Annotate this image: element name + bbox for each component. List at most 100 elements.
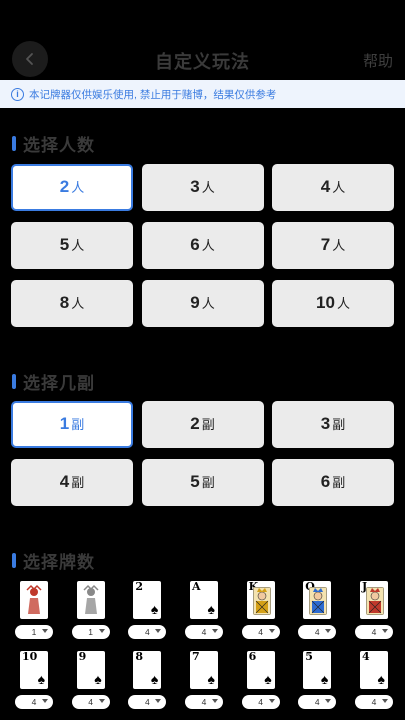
card-column-nine: 9 ♠ 4: [66, 651, 116, 709]
eight-count-select[interactable]: 4: [128, 695, 167, 709]
spade-icon: ♠: [207, 601, 215, 617]
decks-option-2[interactable]: 2副: [141, 401, 264, 448]
section-title-cards: 选择牌数: [23, 553, 95, 572]
count-value: 4: [258, 697, 263, 707]
big-joker-count-select[interactable]: 1: [15, 625, 53, 639]
count-value: 4: [314, 627, 320, 637]
section-players: 选择人数: [12, 131, 95, 156]
six-card-icon: 6 ♠: [246, 651, 275, 689]
king-count-select[interactable]: 4: [241, 625, 280, 639]
section-accent-bar: [12, 136, 16, 151]
chevron-down-icon: [42, 629, 48, 633]
card-rank: 5: [305, 651, 313, 663]
players-option-5[interactable]: 5人: [11, 222, 133, 269]
card-column-jack: J4: [349, 581, 399, 639]
four-count-select[interactable]: 4: [354, 695, 393, 709]
chevron-down-icon: [42, 699, 48, 703]
players-option-number: 5: [59, 235, 70, 254]
players-option-4[interactable]: 4人: [272, 164, 394, 211]
face-figure-icon: [252, 587, 271, 615]
players-option-unit: 人: [71, 296, 85, 311]
ace-count-select[interactable]: 4: [184, 625, 223, 639]
decks-option-number: 5: [190, 472, 200, 491]
card-column-small-joker: 1: [66, 581, 116, 639]
decks-option-6[interactable]: 6副: [272, 459, 394, 506]
nine-count-select[interactable]: 4: [71, 695, 110, 709]
card-rank: 7: [191, 651, 200, 663]
queen-card-icon: Q: [303, 581, 332, 619]
chevron-down-icon: [98, 629, 105, 633]
decks-option-1[interactable]: 1副: [11, 401, 133, 448]
jack-card-icon: J: [359, 581, 388, 619]
four-card-icon: 4 ♠: [359, 651, 388, 689]
card-rank: 2: [135, 581, 143, 593]
decks-option-unit: 副: [71, 475, 85, 490]
ace-card-icon: A ♠: [189, 581, 218, 619]
card-rank: 10: [22, 651, 38, 663]
card-column-five: 5 ♠ 4: [292, 651, 342, 709]
players-option-7[interactable]: 7人: [272, 222, 394, 269]
decks-option-number: 6: [320, 472, 331, 491]
section-title-players: 选择人数: [23, 136, 95, 155]
decks-option-5[interactable]: 5副: [141, 459, 264, 506]
decks-option-number: 2: [190, 414, 200, 433]
card-row-1: 112♠4A♠4K4Q4J4: [9, 581, 399, 639]
nine-card-icon: 9 ♠: [76, 651, 105, 689]
spade-icon: ♠: [320, 671, 329, 687]
player-count-options: 2 人 3 人 4 人 5 人 6 人 7 人 8 人 9 人 10 人: [11, 164, 394, 327]
players-option-9[interactable]: 9人: [141, 280, 264, 327]
six-count-select[interactable]: 4: [241, 695, 280, 709]
decks-option-number: 3: [320, 414, 331, 433]
queen-count-select[interactable]: 4: [298, 625, 337, 639]
chevron-down-icon: [211, 699, 218, 703]
players-option-number: 10: [316, 293, 335, 312]
players-option-number: 6: [190, 235, 200, 254]
players-option-number: 2: [59, 177, 70, 196]
decks-option-number: 1: [59, 414, 70, 433]
decks-option-unit: 副: [332, 475, 346, 490]
count-value: 4: [314, 697, 320, 707]
chevron-down-icon: [155, 629, 162, 633]
players-option-2[interactable]: 2人: [11, 164, 133, 211]
count-value: 4: [371, 627, 377, 637]
players-option-number: 4: [320, 177, 331, 196]
card-column-big-joker: 1: [9, 581, 59, 639]
players-option-10[interactable]: 10 人: [272, 280, 394, 327]
players-option-number: 8: [59, 293, 70, 312]
players-option-unit: 人: [336, 296, 350, 311]
chevron-down-icon: [381, 629, 388, 633]
card-column-ace: A ♠ 4: [179, 581, 229, 639]
section-title-decks: 选择几副: [23, 374, 95, 393]
five-card-icon: 5 ♠: [303, 651, 332, 689]
players-option-8[interactable]: 8人: [11, 280, 133, 327]
count-value: 4: [201, 697, 207, 707]
help-link[interactable]: 帮助: [363, 50, 393, 71]
spade-icon: ♠: [150, 671, 159, 687]
count-value: 4: [31, 697, 37, 707]
spade-icon: ♠: [264, 671, 272, 687]
seven-count-select[interactable]: 4: [184, 695, 223, 709]
chevron-down-icon: [211, 629, 218, 633]
seven-card-icon: 7 ♠: [189, 651, 218, 689]
decks-option-3[interactable]: 3副: [272, 401, 394, 448]
card-column-eight: 8 ♠ 4: [122, 651, 172, 709]
jack-count-select[interactable]: 4: [354, 625, 393, 639]
card-rank: A: [191, 581, 201, 593]
two-count-select[interactable]: 4: [128, 625, 167, 639]
count-value: 4: [88, 697, 94, 707]
top-bar: 自定义玩法 帮助: [0, 0, 405, 78]
card-column-two: 2 ♠ 4: [122, 581, 172, 639]
decks-option-4[interactable]: 4副: [11, 459, 133, 506]
ten-count-select[interactable]: 4: [15, 695, 53, 709]
card-column-six: 6 ♠ 4: [236, 651, 286, 709]
card-column-four: 4 ♠ 4: [349, 651, 399, 709]
disclaimer-text: 本记牌器仅供娱乐使用, 禁止用于赌博，结果仅供参考: [29, 88, 277, 101]
card-column-queen: Q4: [292, 581, 342, 639]
players-option-3[interactable]: 3人: [141, 164, 264, 211]
section-accent-bar: [12, 553, 16, 568]
chevron-down-icon: [155, 699, 162, 703]
small-joker-count-select[interactable]: 1: [71, 625, 110, 639]
ten-card-icon: 10 ♠: [20, 651, 48, 689]
five-count-select[interactable]: 4: [298, 695, 337, 709]
players-option-6[interactable]: 6人: [141, 222, 264, 269]
